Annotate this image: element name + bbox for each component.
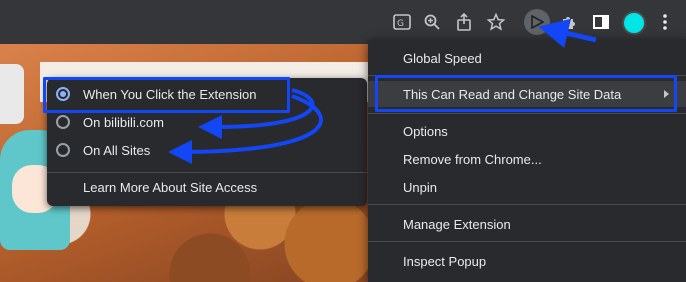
arrow-to-extension-icon [538, 18, 597, 49]
annotation-arrows [168, 18, 597, 164]
arrow-to-bilibili-option [198, 88, 315, 140]
